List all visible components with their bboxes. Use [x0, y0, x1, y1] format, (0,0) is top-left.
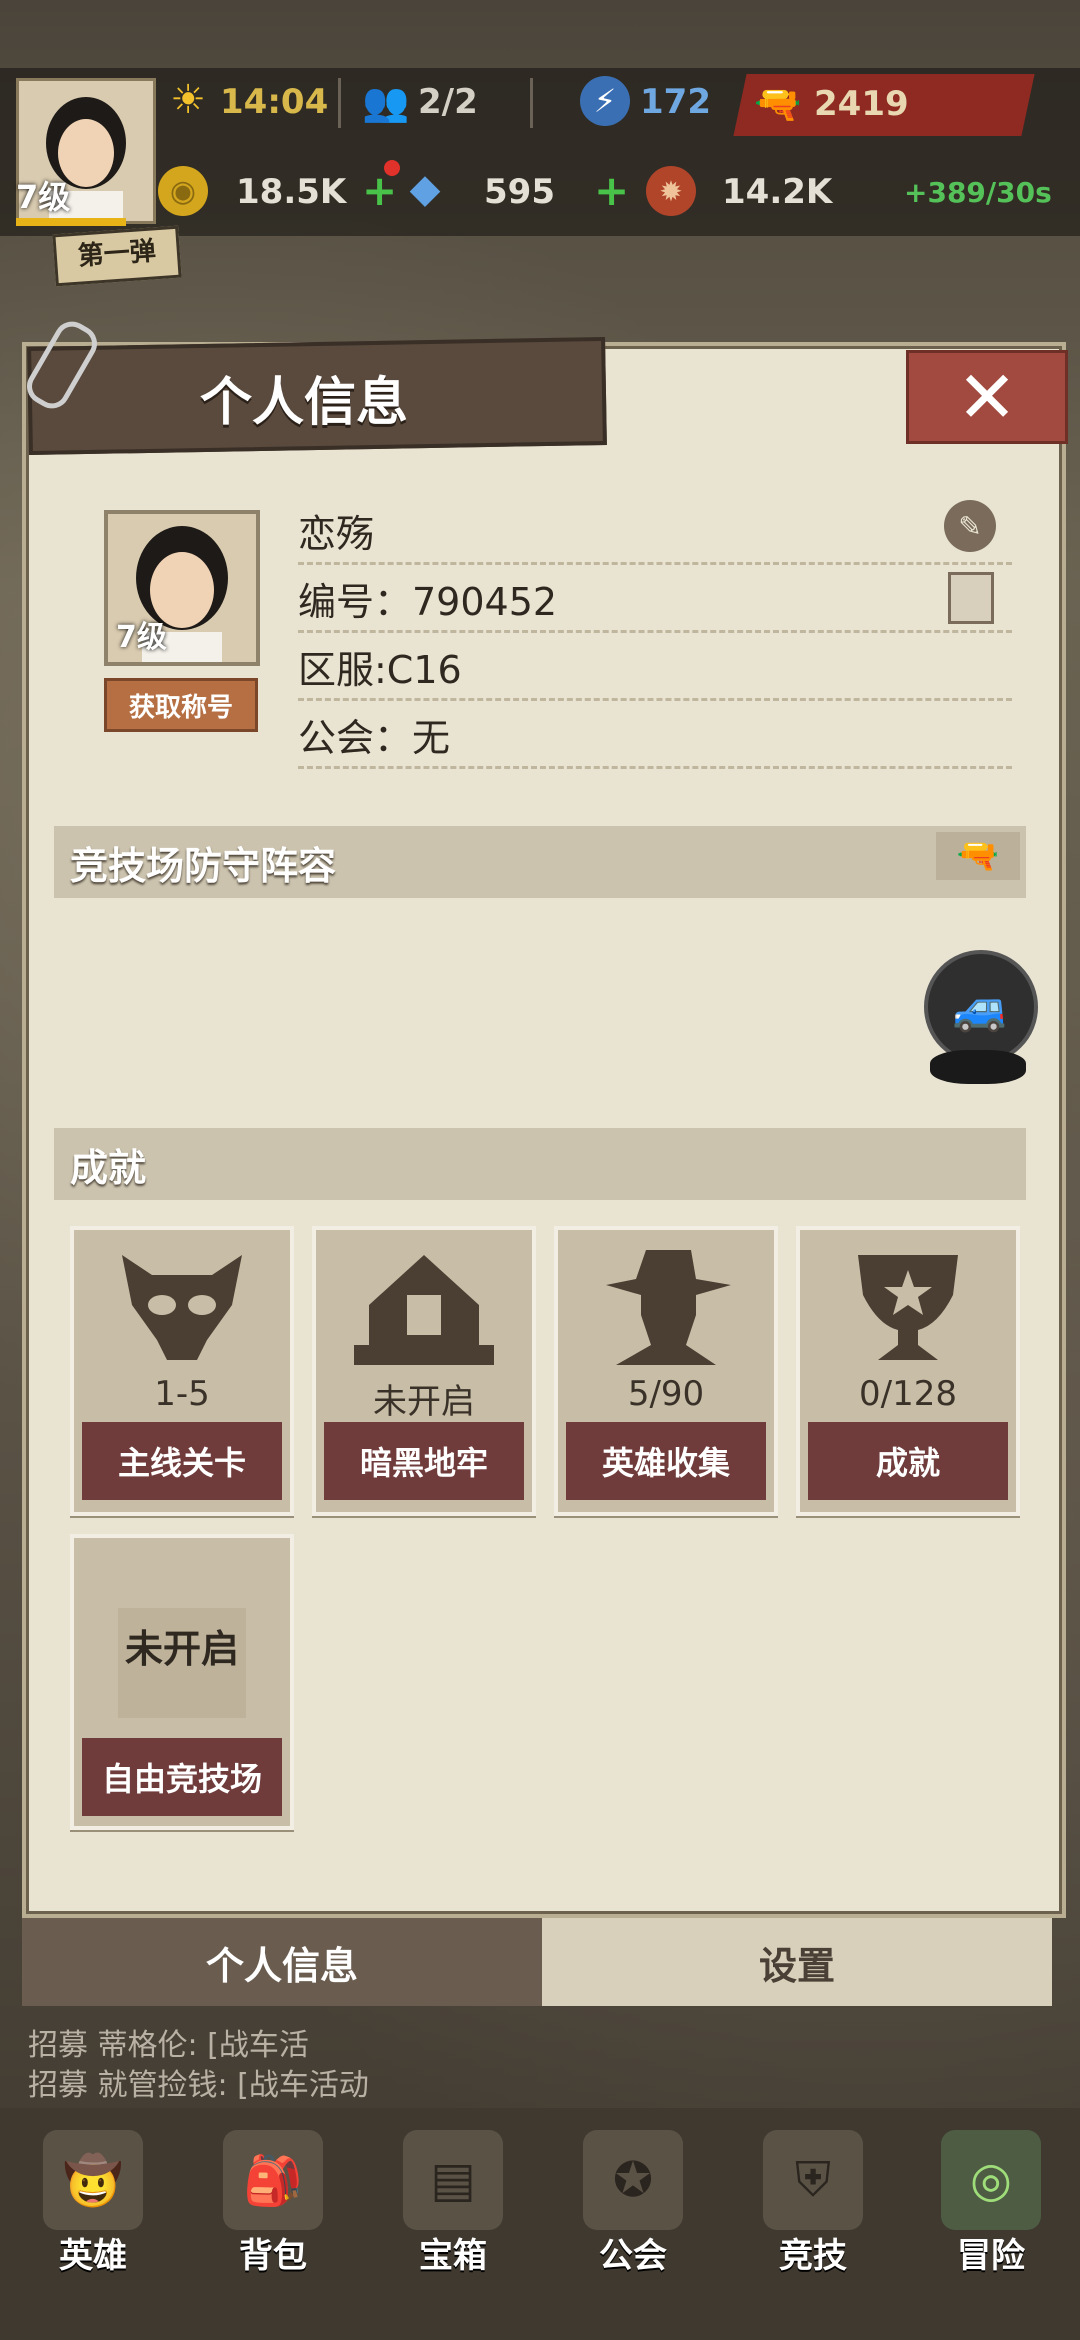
player-name: 恋殇 — [298, 511, 375, 556]
hero-icon: 🤠 — [43, 2130, 143, 2230]
ruined-house-icon — [316, 1240, 532, 1370]
achievement-label: 自由竞技场 — [82, 1738, 282, 1816]
nav-label: 背包 — [239, 2236, 307, 2276]
bottle-cap-icon: ✹ — [646, 166, 696, 216]
caps-value: 14.2K — [722, 172, 833, 212]
arena-gun-button[interactable]: 🔫 — [936, 832, 1020, 880]
radar-icon: ◎ — [941, 2130, 1041, 2230]
server-row: 区服:C16 — [298, 634, 1012, 701]
player-id: 编号：790452 — [298, 579, 558, 624]
achievement-card-hero-collection[interactable]: 5/90 英雄收集 — [554, 1226, 778, 1516]
achievement-value: 1-5 — [154, 1374, 210, 1414]
edit-name-button[interactable]: ✎ — [944, 500, 996, 552]
sun-icon: ☀ — [170, 77, 206, 123]
backpack-icon: 🎒 — [223, 2130, 323, 2230]
arena-defense-title: 竞技场防守阵容 — [70, 843, 337, 888]
nav-adventure[interactable]: ◎ 冒险 — [916, 2120, 1066, 2290]
get-title-button[interactable]: 获取称号 — [104, 678, 258, 732]
achievement-value: 5/90 — [627, 1374, 705, 1414]
power-value: 2419 — [814, 84, 909, 124]
divider — [338, 78, 341, 128]
chest-icon: ▤ — [403, 2130, 503, 2230]
nav-label: 冒险 — [957, 2236, 1025, 2276]
nav-label: 竞技 — [779, 2236, 847, 2276]
achievement-value: 未开启 — [373, 1382, 475, 1422]
notification-dot — [384, 160, 400, 176]
server-value: 区服:C16 — [298, 647, 462, 692]
energy-value: 172 — [640, 82, 711, 122]
achievement-value: 0/128 — [859, 1374, 957, 1414]
guild-value: 公会：无 — [298, 715, 451, 760]
player-id-row: 编号：790452 — [298, 566, 1012, 633]
guild-row: 公会：无 — [298, 702, 1012, 769]
nav-label: 英雄 — [59, 2236, 127, 2276]
player-level: 7级 — [16, 178, 71, 216]
shield-icon: ⛨ — [763, 2130, 863, 2230]
cowboy-silhouette-icon — [558, 1240, 774, 1370]
nav-heroes[interactable]: 🤠 英雄 — [18, 2120, 168, 2290]
time-display: 14:04 — [220, 82, 329, 122]
achievement-label: 英雄收集 — [566, 1422, 766, 1500]
pencil-icon: ✎ — [958, 509, 982, 543]
event-tag[interactable]: 第一弹 — [52, 225, 182, 287]
dialog-title: 个人信息 — [200, 373, 409, 433]
copy-id-button[interactable] — [948, 572, 994, 624]
party-icon: 👥 — [362, 79, 410, 124]
tab-settings[interactable]: 设置 — [542, 1918, 1052, 2006]
achievement-label: 主线关卡 — [82, 1422, 282, 1500]
nav-label: 宝箱 — [419, 2236, 487, 2276]
nav-label: 公会 — [599, 2236, 667, 2276]
gold-coin-icon: ◉ — [158, 166, 208, 216]
nav-backpack[interactable]: 🎒 背包 — [198, 2120, 348, 2290]
achievement-title: 成就 — [70, 1145, 147, 1190]
close-button[interactable]: ✕ — [906, 350, 1068, 444]
close-icon: ✕ — [956, 355, 1018, 439]
achievement-card-main-stage[interactable]: 1-5 主线关卡 — [70, 1226, 294, 1516]
gun-icon: 🔫 — [956, 836, 1000, 876]
achievement-label: 成就 — [808, 1422, 1008, 1500]
achievement-card-free-arena[interactable]: 未开启 自由竞技场 — [70, 1534, 294, 1830]
car-icon: 🚙 — [952, 979, 1010, 1034]
ink-splash — [930, 1050, 1026, 1084]
recruit-ticker-line: 招募 蒂格伦: [战车活 — [28, 2028, 309, 2063]
gem-icon: ◆ — [409, 166, 441, 212]
sheriff-badge-icon: ✪ — [583, 2130, 683, 2230]
nav-guild[interactable]: ✪ 公会 — [558, 2120, 708, 2290]
energy-icon[interactable]: ⚡ — [580, 76, 630, 126]
achievement-card-dark-dungeon[interactable]: 未开启 暗黑地牢 — [312, 1226, 536, 1516]
add-gems-button[interactable]: + — [594, 166, 629, 215]
vehicle-slot[interactable]: 🚙 — [924, 950, 1038, 1064]
level-progress-bar — [16, 218, 126, 226]
player-name-row: 恋殇 — [298, 498, 1012, 565]
nav-chests[interactable]: ▤ 宝箱 — [378, 2120, 528, 2290]
gold-value: 18.5K — [236, 172, 347, 212]
recruit-ticker-line: 招募 就管捡钱: [战车活动 — [28, 2068, 369, 2103]
caps-rate: +389/30s — [904, 176, 1052, 209]
tab-profile[interactable]: 个人信息 — [22, 1918, 542, 2006]
party-count: 2/2 — [418, 82, 478, 122]
achievement-locked-text: 未开启 — [124, 1627, 239, 1671]
nav-arena[interactable]: ⛨ 竞技 — [738, 2120, 888, 2290]
trophy-icon — [800, 1240, 1016, 1370]
achievement-label: 暗黑地牢 — [324, 1422, 524, 1500]
gun-icon: 🔫 — [754, 81, 802, 126]
arena-defense-header: 竞技场防守阵容 — [54, 826, 1026, 898]
skull-mask-icon — [74, 1240, 290, 1370]
achievement-card-achievements[interactable]: 0/128 成就 — [796, 1226, 1020, 1516]
achievement-header: 成就 — [54, 1128, 1026, 1200]
gem-value: 595 — [484, 172, 555, 212]
divider — [530, 78, 533, 128]
profile-level: 7级 — [116, 620, 167, 655]
